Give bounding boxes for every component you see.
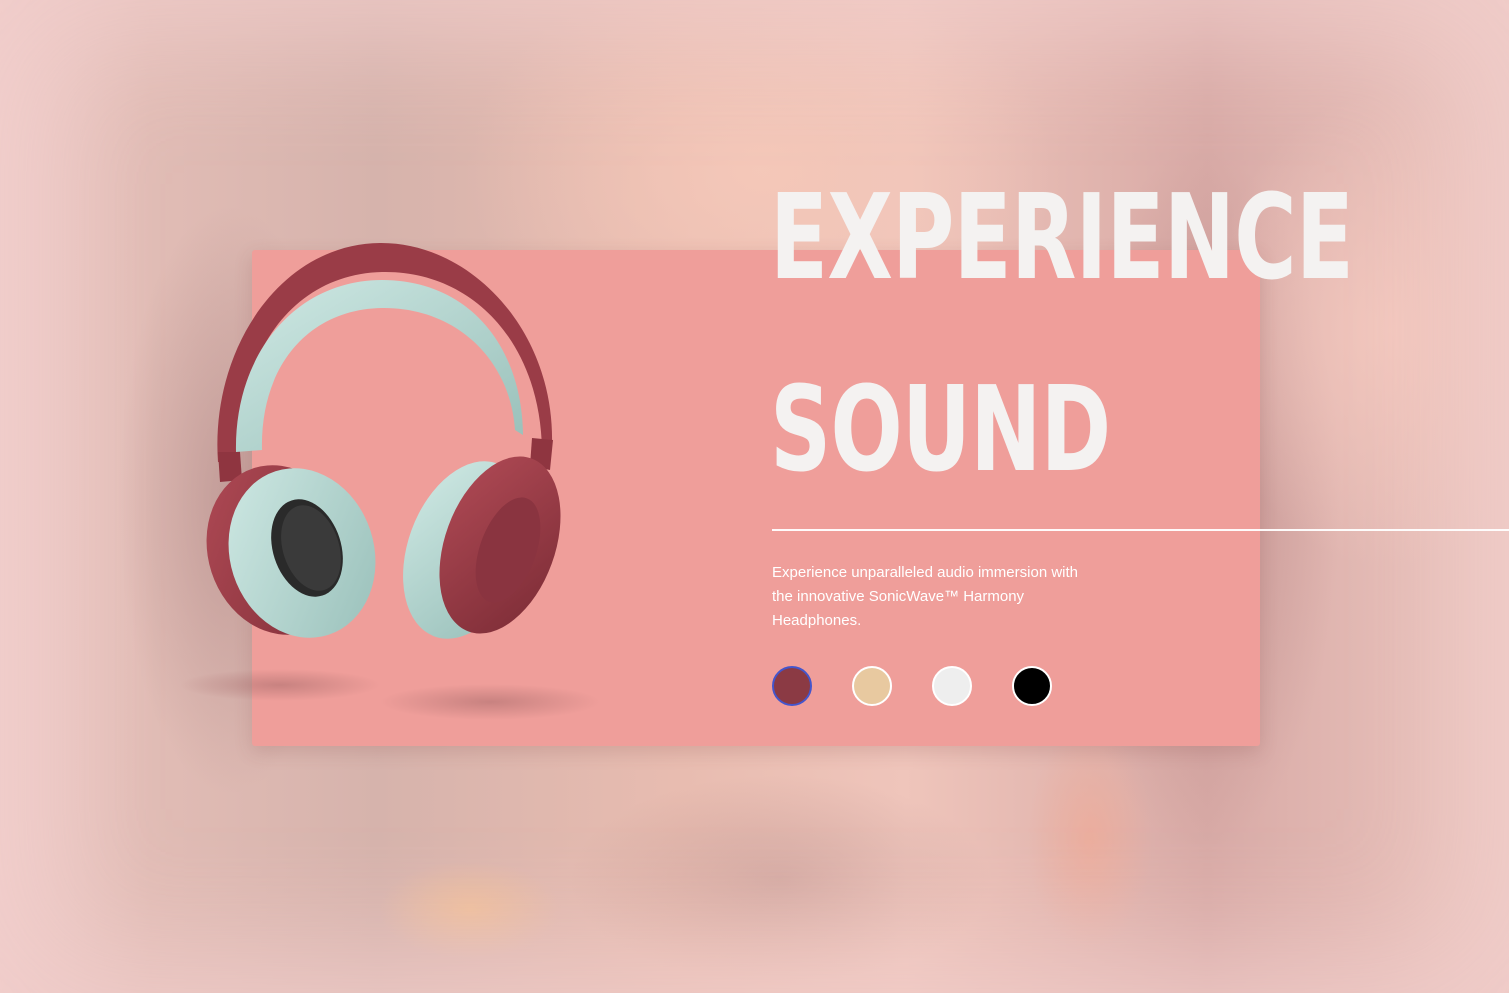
headline-line-2: Sound [770,360,1111,498]
color-selector [772,666,1052,706]
product-description: Experience unparalleled audio immersion … [772,564,1078,629]
color-swatch-maroon[interactable] [772,666,812,706]
color-swatch-black[interactable] [1012,666,1052,706]
divider-line [772,529,1509,531]
color-swatch-white[interactable] [932,666,972,706]
headline-line-1: Experience [770,168,1354,306]
headphones-icon [180,242,600,720]
color-swatch-beige[interactable] [852,666,892,706]
